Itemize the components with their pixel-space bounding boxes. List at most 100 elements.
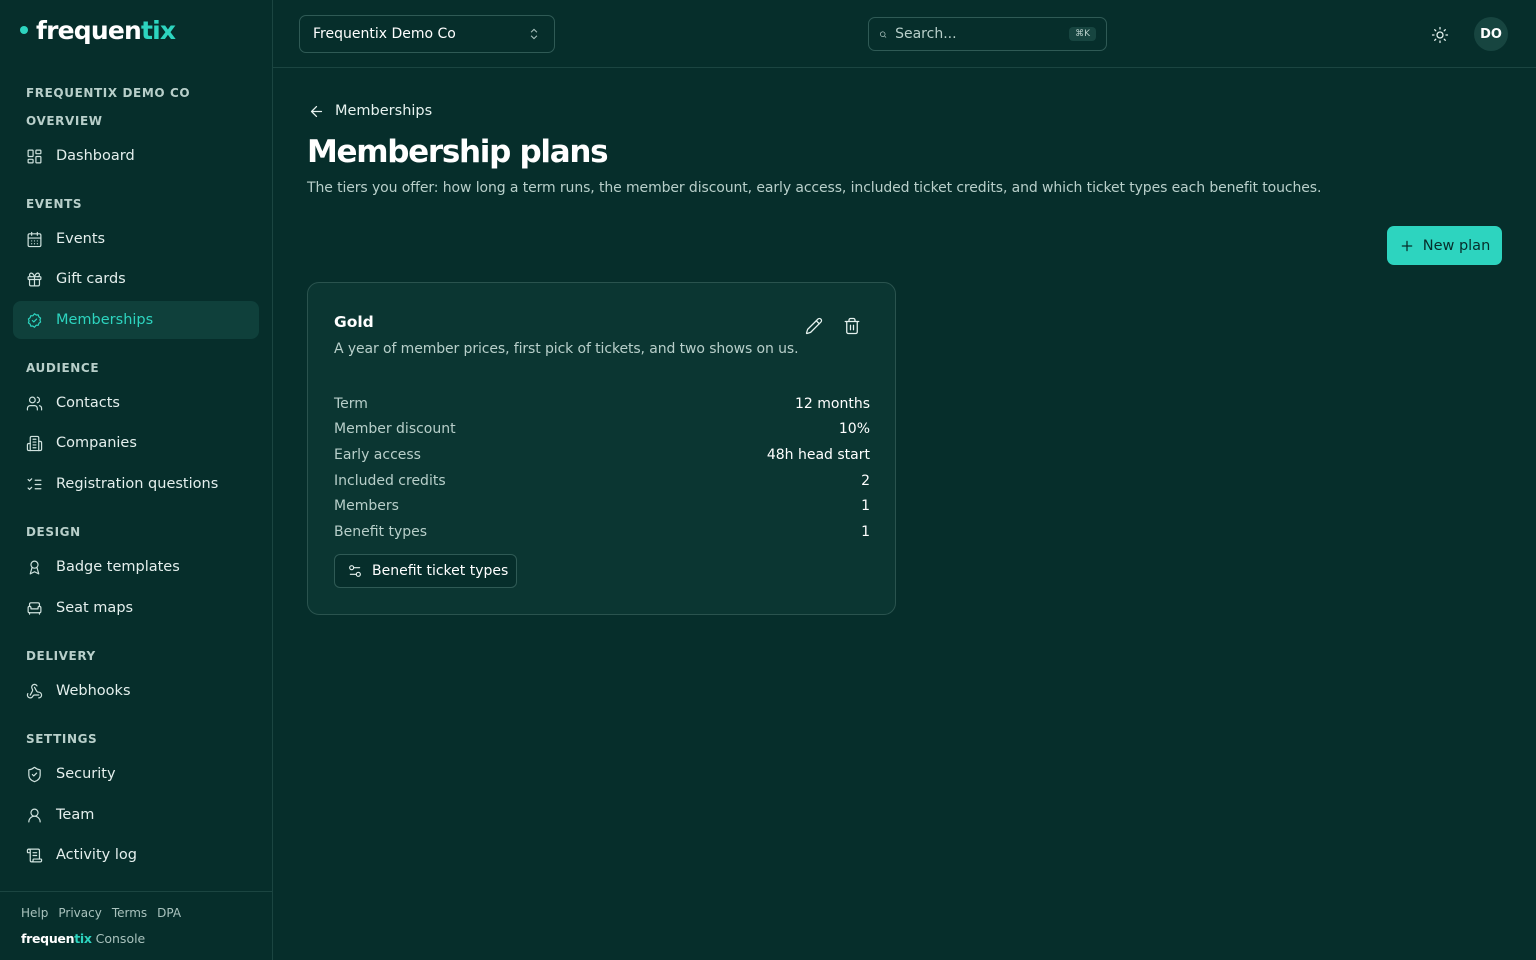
trash-icon bbox=[844, 317, 860, 335]
org-heading: FREQUENTIX DEMO CO bbox=[26, 86, 191, 100]
sidebar-item-label: Memberships bbox=[56, 312, 154, 328]
stat-row-member-discount: Member discount 10% bbox=[334, 417, 870, 443]
section-label-settings: SETTINGS bbox=[26, 732, 98, 746]
sidebar-footer: Help Privacy Terms DPA frequentix Consol… bbox=[0, 891, 272, 960]
sidebar-item-security[interactable]: Security bbox=[13, 755, 259, 793]
avatar[interactable]: DO bbox=[1474, 17, 1508, 51]
chevrons-up-down-icon bbox=[530, 28, 538, 40]
sidebar-item-label: Team bbox=[56, 807, 95, 823]
section-label-design: DESIGN bbox=[26, 525, 81, 539]
stat-label: Included credits bbox=[334, 472, 446, 489]
stat-row-included-credits: Included credits 2 bbox=[334, 468, 870, 494]
back-link[interactable]: Memberships bbox=[308, 100, 432, 122]
edit-plan-button[interactable] bbox=[802, 314, 826, 338]
search-box[interactable]: ⌘K bbox=[868, 17, 1107, 51]
stat-label: Benefit types bbox=[334, 523, 428, 540]
footer-links: Help Privacy Terms DPA bbox=[21, 906, 181, 920]
stat-value: 12 months bbox=[795, 395, 870, 412]
sidebar-item-label: Events bbox=[56, 231, 106, 247]
pencil-icon bbox=[805, 317, 823, 335]
webhook-icon bbox=[26, 683, 43, 698]
sidebar-item-webhooks[interactable]: Webhooks bbox=[13, 672, 259, 710]
topbar: Frequentix Demo Co ⌘K DO bbox=[273, 0, 1536, 68]
sidebar-item-seat-maps[interactable]: Seat maps bbox=[13, 589, 259, 627]
page-title: Membership plans bbox=[307, 134, 609, 170]
stat-row-term: Term 12 months bbox=[334, 391, 870, 417]
ribbon-icon bbox=[29, 560, 40, 574]
org-select[interactable]: Frequentix Demo Co bbox=[299, 15, 555, 53]
sidebar-item-companies[interactable]: Companies bbox=[13, 424, 259, 462]
stat-label: Members bbox=[334, 498, 399, 515]
plan-name: Gold bbox=[334, 313, 374, 331]
sidebar-item-events[interactable]: Events bbox=[13, 220, 259, 258]
stat-value: 1 bbox=[861, 498, 870, 515]
search-icon bbox=[880, 30, 887, 38]
shield-check-icon bbox=[28, 766, 41, 782]
section-label-audience: AUDIENCE bbox=[26, 361, 100, 375]
new-plan-button[interactable]: New plan bbox=[1387, 226, 1502, 265]
stat-value: 1 bbox=[861, 523, 870, 540]
footer-link-dpa[interactable]: DPA bbox=[157, 906, 181, 920]
plan-stats: Term 12 months Member discount 10% Early… bbox=[334, 391, 870, 545]
sidebar-item-label: Seat maps bbox=[56, 600, 134, 616]
sidebar-item-label: Webhooks bbox=[56, 683, 131, 699]
footer-link-terms[interactable]: Terms bbox=[112, 906, 147, 920]
delete-plan-button[interactable] bbox=[840, 314, 864, 338]
sidebar-item-label: Badge templates bbox=[56, 559, 180, 575]
stat-row-benefit-types: Benefit types 1 bbox=[334, 519, 870, 545]
sidebar-item-label: Security bbox=[56, 766, 116, 782]
arrow-left-icon bbox=[310, 105, 323, 117]
scroll-icon bbox=[26, 848, 43, 862]
page-description: The tiers you offer: how long a term run… bbox=[307, 180, 1322, 196]
benefit-ticket-types-button[interactable]: Benefit ticket types bbox=[334, 554, 517, 588]
sidebar: frequentix FREQUENTIX DEMO CO OVERVIEW D… bbox=[0, 0, 273, 960]
plan-card: Gold A year of member prices, first pick… bbox=[307, 282, 896, 615]
logo-dot bbox=[20, 26, 28, 34]
sidebar-item-activity-log[interactable]: Activity log bbox=[13, 836, 259, 874]
logo-text: frequentix bbox=[36, 15, 176, 45]
sidebar-item-label: Companies bbox=[56, 435, 137, 451]
badge-check-icon bbox=[27, 312, 42, 328]
back-link-label: Memberships bbox=[335, 103, 433, 119]
benefit-ticket-types-label: Benefit ticket types bbox=[372, 563, 509, 579]
sidebar-item-team[interactable]: Team bbox=[13, 796, 259, 834]
list-checks-icon bbox=[27, 477, 42, 490]
sidebar-item-dashboard[interactable]: Dashboard bbox=[13, 137, 259, 175]
sidebar-item-contacts[interactable]: Contacts bbox=[13, 384, 259, 422]
sidebar-item-label: Dashboard bbox=[56, 148, 135, 164]
gift-icon bbox=[27, 272, 42, 286]
sidebar-item-memberships[interactable]: Memberships bbox=[13, 301, 259, 339]
users-icon bbox=[26, 396, 43, 410]
plan-description: A year of member prices, first pick of t… bbox=[334, 341, 799, 357]
building-icon bbox=[26, 435, 43, 451]
stat-label: Member discount bbox=[334, 421, 456, 438]
org-select-label: Frequentix Demo Co bbox=[313, 26, 456, 42]
search-input[interactable] bbox=[895, 26, 1070, 42]
sidebar-item-registration-questions[interactable]: Registration questions bbox=[13, 465, 259, 503]
footer-link-privacy[interactable]: Privacy bbox=[58, 906, 101, 920]
stat-label: Early access bbox=[334, 446, 421, 463]
footer-brand: frequentix Console bbox=[21, 931, 146, 946]
sidebar-item-label: Registration questions bbox=[56, 476, 219, 492]
new-plan-label: New plan bbox=[1422, 237, 1491, 254]
footer-link-help[interactable]: Help bbox=[21, 906, 48, 920]
plus-icon bbox=[1401, 240, 1413, 251]
section-label-delivery: DELIVERY bbox=[26, 649, 96, 663]
sidebar-item-label: Gift cards bbox=[56, 271, 126, 287]
section-label-events: EVENTS bbox=[26, 197, 83, 211]
brand-logo[interactable]: frequentix bbox=[20, 14, 176, 46]
stat-value: 10% bbox=[838, 421, 870, 438]
search-shortcut: ⌘K bbox=[1069, 27, 1096, 41]
stat-label: Term bbox=[334, 395, 368, 412]
sliders-icon bbox=[349, 565, 361, 577]
sidebar-item-label: Contacts bbox=[56, 395, 120, 411]
stat-value: 48h head start bbox=[766, 446, 870, 463]
sun-icon bbox=[1431, 26, 1449, 44]
section-label-overview: OVERVIEW bbox=[26, 114, 103, 128]
theme-toggle-button[interactable] bbox=[1427, 22, 1453, 48]
armchair-icon bbox=[27, 601, 42, 615]
sidebar-item-badge-templates[interactable]: Badge templates bbox=[13, 548, 259, 586]
user-icon bbox=[28, 808, 41, 822]
dashboard-icon bbox=[27, 149, 42, 163]
sidebar-item-gift-cards[interactable]: Gift cards bbox=[13, 260, 259, 298]
